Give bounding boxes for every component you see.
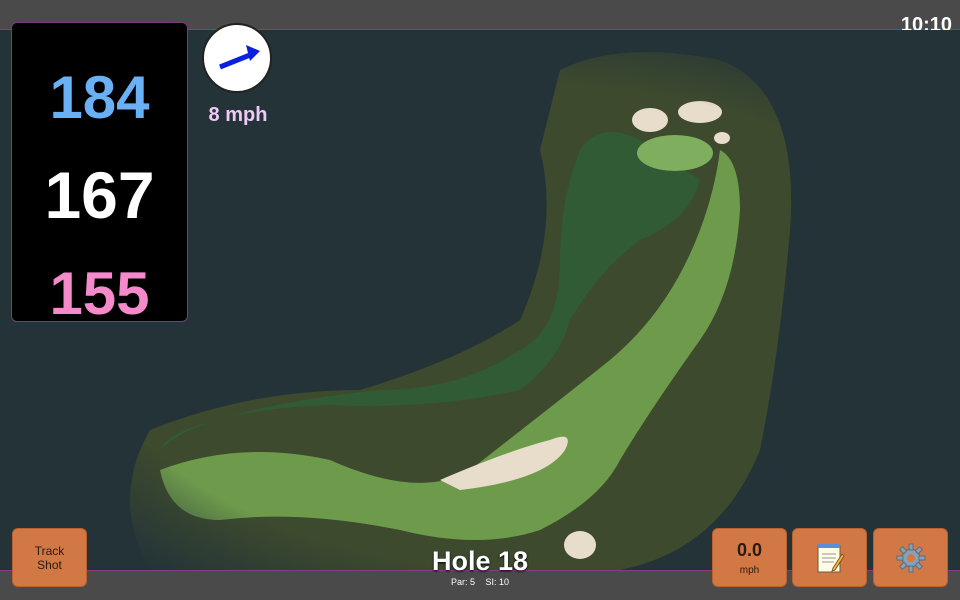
hole-stroke-index: SI: 10	[485, 577, 510, 587]
wind-button[interactable]: 0.0 mph	[712, 528, 787, 587]
hole-title: Hole 18	[431, 546, 529, 576]
back-distance: 184	[49, 64, 150, 131]
wind-value: 0.0	[736, 539, 763, 560]
wind-unit: mph	[739, 564, 760, 576]
hole-info: Par: 5 SI: 10	[380, 577, 580, 587]
track-shot-button[interactable]: Track Shot	[12, 528, 87, 587]
notes-button[interactable]	[792, 528, 867, 587]
middle-distance: 167	[44, 158, 155, 232]
hole-par: Par: 5	[450, 577, 475, 587]
wind-direction-indicator	[202, 23, 272, 93]
settings-button[interactable]	[873, 528, 948, 587]
wind-speed: 8 mph	[208, 104, 268, 126]
distance-panel: 184 167 155	[11, 22, 188, 327]
notepad-icon	[817, 543, 845, 572]
track-shot-label: Track Shot	[34, 543, 65, 572]
front-distance: 155	[49, 260, 150, 327]
gear-icon	[896, 543, 925, 572]
wind-direction-arrow-icon	[219, 45, 260, 70]
